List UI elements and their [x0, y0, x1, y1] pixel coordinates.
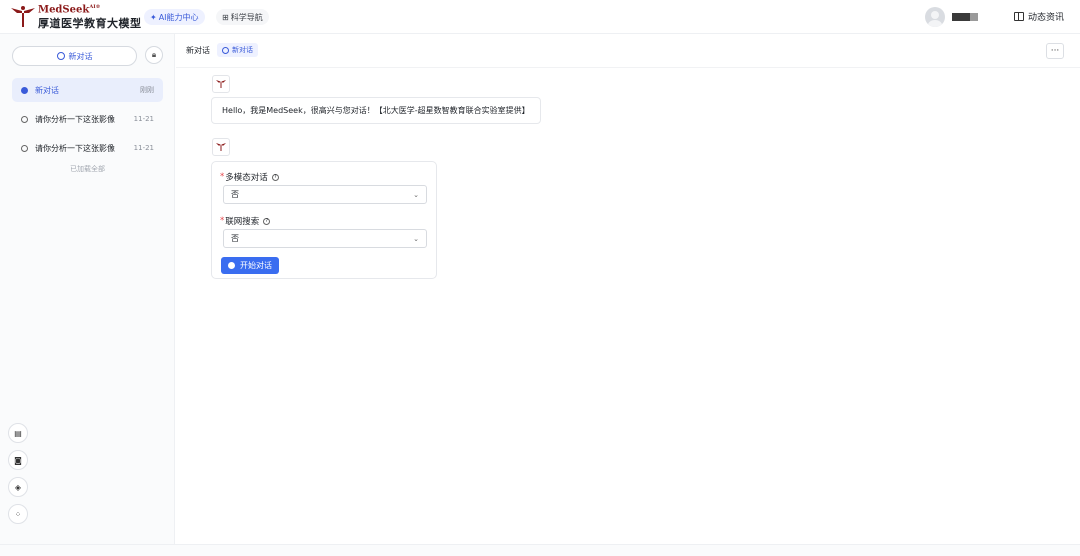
- apps-icon: ⁘: [14, 509, 22, 519]
- user-avatar[interactable]: [925, 7, 945, 27]
- lock-button[interactable]: 🔒︎: [145, 46, 163, 64]
- news-icon: [1014, 12, 1024, 21]
- conversation-tag[interactable]: 新对话: [217, 43, 258, 57]
- chat-options-form: * 多模态对话 ? 否 ⌄ * 联网搜索 ? 否 ⌄ 开始对话: [211, 161, 437, 279]
- chat-icon: [56, 52, 65, 60]
- chevron-down-icon: ⌄: [413, 190, 419, 199]
- bottom-bar: [0, 544, 1080, 556]
- loaded-all-text: 已加载全部: [70, 165, 105, 173]
- graduation-cap-icon: ◈: [14, 482, 22, 492]
- chat-bubble-icon: [21, 115, 28, 123]
- logo[interactable]: MedSeekAI® 厚道医学教育大模型: [10, 4, 142, 30]
- chat-bubble-icon: [21, 144, 28, 152]
- apps-tool-button[interactable]: ⁘: [8, 504, 28, 524]
- chevron-down-icon: ⌄: [413, 234, 419, 243]
- conversation-item[interactable]: 新对话 刚刚: [12, 78, 163, 102]
- education-tool-button[interactable]: ◈: [8, 477, 28, 497]
- lock-icon: 🔒︎: [151, 50, 157, 59]
- bot-avatar: [212, 138, 230, 156]
- greeting-message: Hello，我是MedSeek，很高兴与您对话！【北大医学-超星数智教育联合实验…: [211, 97, 541, 124]
- new-chat-button[interactable]: 新对话: [12, 46, 137, 66]
- conversation-header: 新对话 新对话 ···: [176, 34, 1080, 68]
- brand-name: MedSeekAI®: [38, 4, 101, 16]
- help-icon[interactable]: ?: [263, 217, 271, 225]
- bot-avatar: [212, 75, 230, 93]
- web-search-select[interactable]: 否 ⌄: [223, 229, 427, 248]
- document-tool-button[interactable]: ▤: [8, 423, 28, 443]
- user-card-tool-button[interactable]: ◙: [8, 450, 28, 470]
- caduceus-logo-icon: [11, 6, 35, 27]
- multimodal-label: * 多模态对话 ?: [220, 171, 279, 183]
- multimodal-select[interactable]: 否 ⌄: [223, 185, 427, 204]
- sparkle-icon: ✦: [150, 12, 157, 22]
- more-options-button[interactable]: ···: [1046, 43, 1064, 59]
- conversation-item[interactable]: 请你分析一下这张影像 11-21: [12, 136, 163, 160]
- page-title: 新对话: [186, 46, 210, 55]
- web-search-label: * 联网搜索 ?: [220, 215, 271, 227]
- ellipsis-icon: ···: [1050, 46, 1060, 56]
- nav-science-navigation[interactable]: ⊞ 科学导航: [216, 9, 269, 25]
- grid-icon: ⊞: [222, 12, 229, 22]
- main-content: 新对话 新对话 ··· Hello，我是MedSeek，很高兴与您对话！【北大医…: [176, 34, 1080, 544]
- news-link[interactable]: 动态资讯: [1014, 10, 1064, 23]
- username-redacted[interactable]: [952, 13, 978, 21]
- start-chat-button[interactable]: 开始对话: [221, 257, 279, 274]
- sidebar: 新对话 🔒︎ 新对话 刚刚 请你分析一下这张影像 11-21 请你分析一下这张影…: [0, 34, 175, 544]
- help-icon[interactable]: ?: [271, 173, 279, 181]
- chat-icon: [228, 262, 235, 269]
- document-icon: ▤: [14, 428, 22, 438]
- nav-ai-center[interactable]: ✦ AI能力中心: [144, 9, 205, 25]
- conversation-item[interactable]: 请你分析一下这张影像 11-21: [12, 107, 163, 131]
- caduceus-logo-icon: [216, 80, 226, 88]
- user-card-icon: ◙: [14, 455, 22, 465]
- clock-icon: [222, 46, 229, 54]
- chat-bubble-icon: [21, 86, 28, 94]
- top-header: MedSeekAI® 厚道医学教育大模型 ✦ AI能力中心 ⊞ 科学导航 动态资…: [0, 0, 1080, 34]
- caduceus-logo-icon: [216, 143, 226, 151]
- brand-subtitle: 厚道医学教育大模型: [38, 16, 142, 30]
